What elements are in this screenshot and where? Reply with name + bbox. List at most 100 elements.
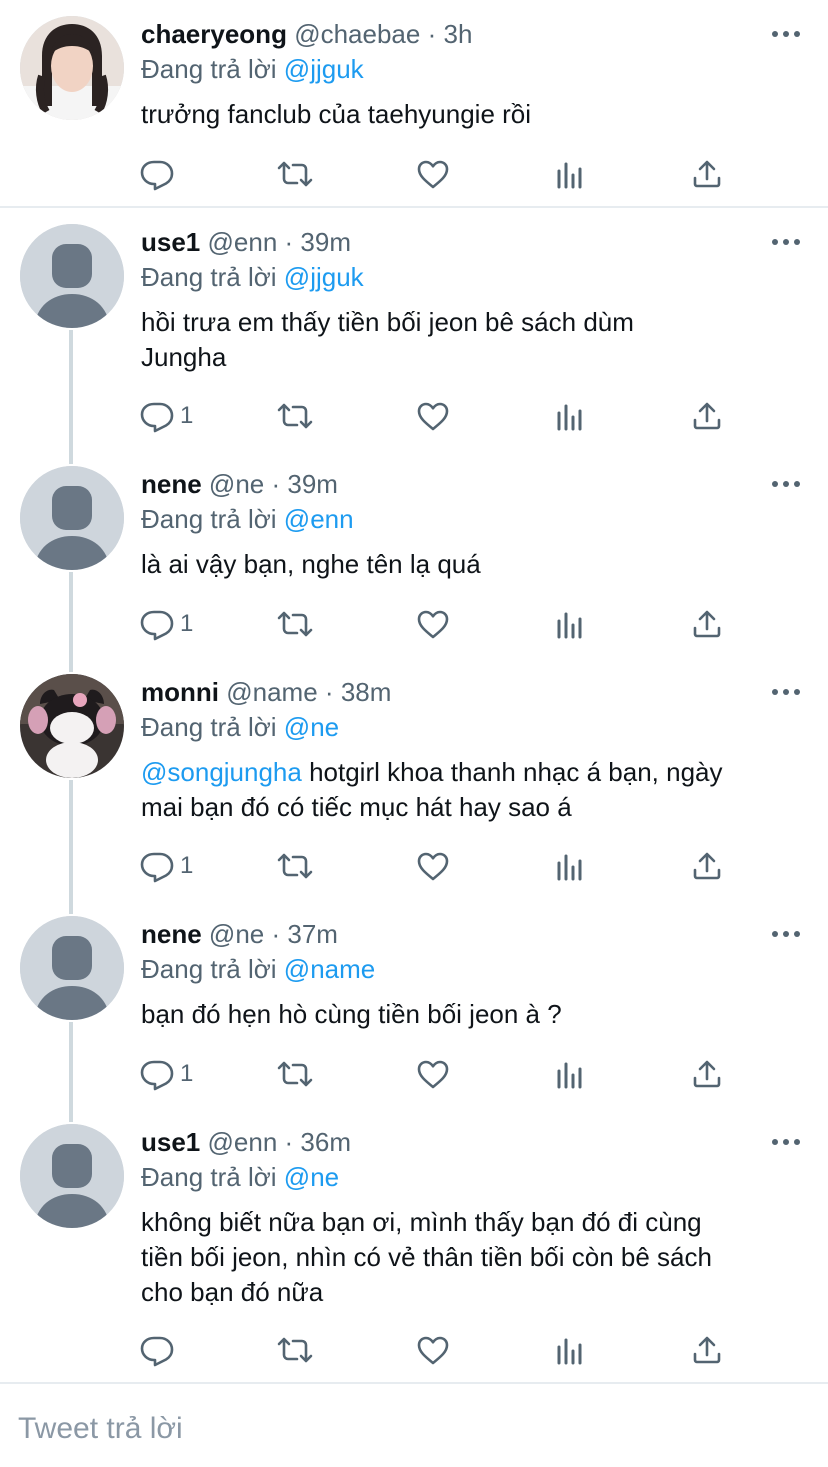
user-handle[interactable]: @name [226,677,317,707]
like-button[interactable] [416,604,450,644]
retweet-button[interactable] [275,396,315,436]
tweet-text-line: mai bạn đó có tiếc mục hát hay sao á [141,792,572,822]
share-button[interactable] [691,1054,723,1094]
replying-to: Đang trả lời @enn [141,501,354,537]
reply-button[interactable]: 1 [140,604,193,644]
share-button[interactable] [691,396,723,436]
reply-icon [140,1057,174,1091]
retweet-button[interactable] [275,1330,315,1370]
reply-count: 1 [180,402,194,429]
more-icon [770,924,802,944]
replying-to: Đang trả lời @ne [141,1159,339,1195]
user-handle[interactable]: @ne [209,919,264,949]
tweet-text: @songjungha hotgirl khoa thanh nhạc á bạ… [141,755,811,825]
avatar[interactable] [20,916,124,1020]
tweet-text-line: @songjungha hotgirl khoa thanh nhạc á bạ… [141,755,811,790]
more-options-button[interactable] [770,924,802,944]
share-button[interactable] [691,604,723,644]
retweet-button[interactable] [275,154,315,194]
reply-input[interactable] [18,1412,798,1446]
more-options-button[interactable] [770,24,802,44]
timestamp[interactable]: 36m [300,1127,351,1157]
like-button[interactable] [416,1330,450,1370]
user-handle[interactable]: @enn [208,1127,278,1157]
like-button[interactable] [416,846,450,886]
replying-to: Đang trả lời @jjguk [141,51,364,87]
reply-button[interactable]: 1 [140,846,193,886]
timestamp[interactable]: 38m [341,677,392,707]
avatar[interactable] [20,1124,124,1228]
retweet-button[interactable] [275,604,315,644]
tweet-header: use1 @enn · 39m [141,224,351,260]
reply-button[interactable]: 1 [140,1054,193,1094]
user-handle[interactable]: @chaebae [294,19,420,49]
like-button[interactable] [416,1054,450,1094]
analytics-button[interactable] [555,396,585,436]
reply-to-mention[interactable]: @jjguk [284,262,364,292]
like-button[interactable] [416,154,450,194]
retweet-icon [275,1333,315,1367]
tweet[interactable]: chaeryeong @chaebae · 3h Đang trả lời @j… [0,0,828,206]
retweet-button[interactable] [275,1054,315,1094]
reply-to-mention[interactable]: @ne [284,712,339,742]
timestamp[interactable]: 39m [300,227,351,257]
analytics-icon [555,1335,585,1365]
analytics-button[interactable] [555,154,585,194]
avatar[interactable] [20,466,124,570]
display-name[interactable]: nene [141,919,202,949]
timestamp[interactable]: 3h [443,19,472,49]
analytics-button[interactable] [555,604,585,644]
more-options-button[interactable] [770,1132,802,1152]
tweet[interactable]: use1 @enn · 39m Đang trả lời @jjguk hồi … [0,208,828,448]
tweet-text: là ai vậy bạn, nghe tên lạ quá [141,549,481,579]
more-options-button[interactable] [770,232,802,252]
tweet-text: trưởng fanclub của taehyungie rồi [141,99,532,129]
share-icon [691,850,723,882]
tweet-actions: 1 [140,604,740,644]
reply-to-mention[interactable]: @enn [284,504,354,534]
more-icon [770,682,802,702]
timestamp[interactable]: 37m [287,919,338,949]
reply-button[interactable] [140,1330,180,1370]
retweet-button[interactable] [275,846,315,886]
display-name[interactable]: chaeryeong [141,19,287,49]
reply-button[interactable]: 1 [140,396,193,436]
default-avatar-icon [20,916,124,1020]
timestamp[interactable]: 39m [287,469,338,499]
tweet[interactable]: nene @ne · 39m Đang trả lời @enn là ai v… [0,450,828,658]
reply-button[interactable] [140,154,180,194]
more-options-button[interactable] [770,474,802,494]
reply-count: 1 [180,852,194,879]
display-name[interactable]: nene [141,469,202,499]
analytics-button[interactable] [555,846,585,886]
share-button[interactable] [691,846,723,886]
avatar[interactable] [20,674,124,778]
mention-link[interactable]: @songjungha [141,757,302,787]
user-handle[interactable]: @enn [208,227,278,257]
tweet-actions [140,1330,740,1370]
tweet[interactable]: monni @name · 38m Đang trả lời @ne @song… [0,658,828,900]
reply-to-mention[interactable]: @name [284,954,375,984]
tweet[interactable]: nene @ne · 37m Đang trả lời @name bạn đó… [0,900,828,1108]
tweet-actions: 1 [140,846,740,886]
avatar[interactable] [20,16,124,120]
tweet[interactable]: use1 @enn · 36m Đang trả lời @ne không b… [0,1108,828,1382]
user-handle[interactable]: @ne [209,469,264,499]
more-options-button[interactable] [770,682,802,702]
tweet-text: hồi trưa em thấy tiền bối jeon bê sách d… [141,305,811,375]
analytics-button[interactable] [555,1054,585,1094]
tweet-header: use1 @enn · 36m [141,1124,351,1160]
display-name[interactable]: use1 [141,227,200,257]
reply-icon [140,1333,174,1367]
avatar[interactable] [20,224,124,328]
like-button[interactable] [416,396,450,436]
share-button[interactable] [691,1330,723,1370]
share-button[interactable] [691,154,723,194]
display-name[interactable]: monni [141,677,219,707]
separator: · [324,677,334,707]
reply-to-mention[interactable]: @ne [284,1162,339,1192]
analytics-button[interactable] [555,1330,585,1370]
tweet-header: monni @name · 38m [141,674,391,710]
display-name[interactable]: use1 [141,1127,200,1157]
reply-to-mention[interactable]: @jjguk [284,54,364,84]
